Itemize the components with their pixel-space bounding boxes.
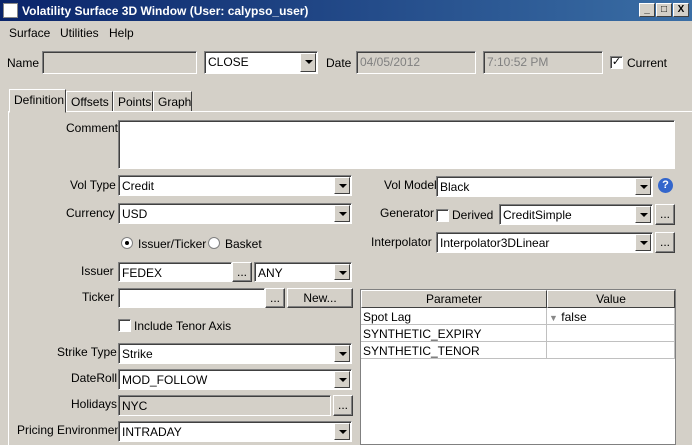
strike-type-label: Strike Type (57, 345, 117, 359)
dateroll-label: DateRoll (71, 371, 118, 385)
generator-combo[interactable]: CreditSimple (499, 204, 653, 225)
strike-type-combo[interactable]: Strike (118, 343, 352, 364)
vol-model-label: Vol Model (384, 178, 437, 192)
new-ticker-button[interactable]: New... (287, 288, 353, 308)
include-tenor-label: Include Tenor Axis (134, 319, 232, 333)
interpolator-value: Interpolator3DLinear (440, 236, 550, 250)
date-field[interactable]: 04/05/2012 (356, 51, 476, 74)
current-label: Current (627, 56, 668, 70)
holidays-field[interactable]: NYC (118, 395, 331, 416)
ticker-field[interactable] (118, 288, 265, 308)
chevron-down-icon[interactable] (635, 178, 651, 195)
issuer-ticker-radio[interactable] (121, 237, 133, 249)
chevron-down-icon[interactable] (334, 371, 350, 388)
param-value-cell[interactable] (547, 342, 675, 359)
pricing-env-value: INTRADAY (122, 425, 182, 439)
interpolator-combo[interactable]: Interpolator3DLinear (436, 232, 653, 253)
type-value: CLOSE (208, 55, 249, 69)
dropdown-triangle-icon[interactable]: ▼ (549, 313, 558, 323)
comment-label: Comment (66, 121, 119, 135)
name-label: Name (7, 56, 40, 70)
close-window-button[interactable]: X (673, 3, 689, 17)
param-value-text: false (561, 310, 587, 324)
vol-type-value: Credit (122, 179, 155, 193)
vol-model-value: Black (440, 180, 470, 194)
ticker-label: Ticker (82, 290, 115, 304)
issuer-ticker-label: Issuer/Ticker (138, 237, 207, 251)
derived-label: Derived (452, 208, 494, 222)
ticker-browse-button[interactable]: ... (265, 288, 285, 308)
chevron-down-icon[interactable] (334, 423, 350, 440)
dateroll-combo[interactable]: MOD_FOLLOW (118, 369, 352, 390)
current-checkbox[interactable]: ✓ (610, 56, 623, 69)
chevron-down-icon[interactable] (300, 53, 316, 72)
menu-help[interactable]: Help (109, 26, 134, 40)
chevron-down-icon[interactable] (334, 177, 350, 194)
type-combo[interactable]: CLOSE (204, 51, 318, 74)
interpolator-browse-button[interactable]: ... (655, 232, 675, 253)
time-field[interactable]: 7:10:52 PM (483, 51, 603, 74)
basket-radio[interactable] (208, 237, 220, 249)
chevron-down-icon[interactable] (334, 205, 350, 222)
derived-checkbox[interactable] (436, 209, 449, 222)
interpolator-label: Interpolator (371, 235, 432, 249)
currency-label: Currency (66, 206, 115, 220)
window-title: Volatility Surface 3D Window (User: caly… (22, 4, 309, 18)
issuer-label: Issuer (81, 264, 114, 278)
title-bar: Volatility Surface 3D Window (User: caly… (0, 0, 692, 21)
generator-value: CreditSimple (503, 208, 572, 222)
comment-textarea[interactable] (118, 120, 675, 169)
param-name-cell[interactable]: SYNTHETIC_TENOR (361, 342, 547, 359)
minimize-button[interactable]: _ (639, 3, 655, 17)
param-name-cell[interactable]: Spot Lag (361, 308, 547, 325)
chevron-down-icon[interactable] (334, 264, 350, 280)
dateroll-value: MOD_FOLLOW (122, 373, 208, 387)
name-field[interactable] (42, 51, 197, 74)
tab-offsets[interactable]: Offsets (66, 91, 113, 112)
chevron-down-icon[interactable] (334, 345, 350, 362)
holidays-browse-button[interactable]: ... (333, 395, 353, 416)
param-name-cell[interactable]: SYNTHETIC_EXPIRY (361, 325, 547, 342)
menu-surface[interactable]: Surface (9, 26, 50, 40)
currency-combo[interactable]: USD (118, 203, 352, 224)
basket-label: Basket (225, 237, 262, 251)
date-label: Date (326, 56, 352, 70)
pricing-env-label: Pricing Environment (17, 423, 125, 437)
vol-type-combo[interactable]: Credit (118, 175, 352, 196)
tab-definition[interactable]: Definition (9, 89, 66, 113)
issuer-any-combo[interactable]: ANY (254, 262, 352, 282)
generator-label: Generator (380, 206, 435, 220)
maximize-button[interactable]: □ (656, 3, 672, 17)
issuer-field[interactable]: FEDEX (118, 262, 232, 282)
col-parameter-header[interactable]: Parameter (361, 290, 547, 308)
holidays-label: Holidays (71, 397, 118, 411)
tab-points[interactable]: Points (113, 91, 153, 112)
chevron-down-icon[interactable] (635, 206, 651, 223)
strike-type-value: Strike (122, 347, 153, 361)
menu-utilities[interactable]: Utilities (60, 26, 99, 40)
vol-type-label: Vol Type (70, 178, 116, 192)
help-icon[interactable]: ? (658, 178, 673, 193)
include-tenor-checkbox[interactable] (118, 319, 131, 332)
parameter-table[interactable]: Parameter Value Spot Lag ▼ false SYNTHET… (360, 289, 676, 445)
issuer-browse-button[interactable]: ... (232, 262, 252, 282)
tab-graph[interactable]: Graph (153, 91, 192, 112)
pricing-env-combo[interactable]: INTRADAY (118, 421, 352, 442)
currency-value: USD (122, 207, 148, 221)
app-icon (3, 3, 18, 18)
vol-model-combo[interactable]: Black (436, 176, 653, 197)
param-value-cell[interactable] (547, 325, 675, 342)
param-value-cell[interactable]: ▼ false (547, 308, 675, 325)
col-value-header[interactable]: Value (547, 290, 675, 308)
issuer-any-value: ANY (258, 266, 283, 280)
generator-browse-button[interactable]: ... (655, 204, 675, 225)
chevron-down-icon[interactable] (635, 234, 651, 251)
